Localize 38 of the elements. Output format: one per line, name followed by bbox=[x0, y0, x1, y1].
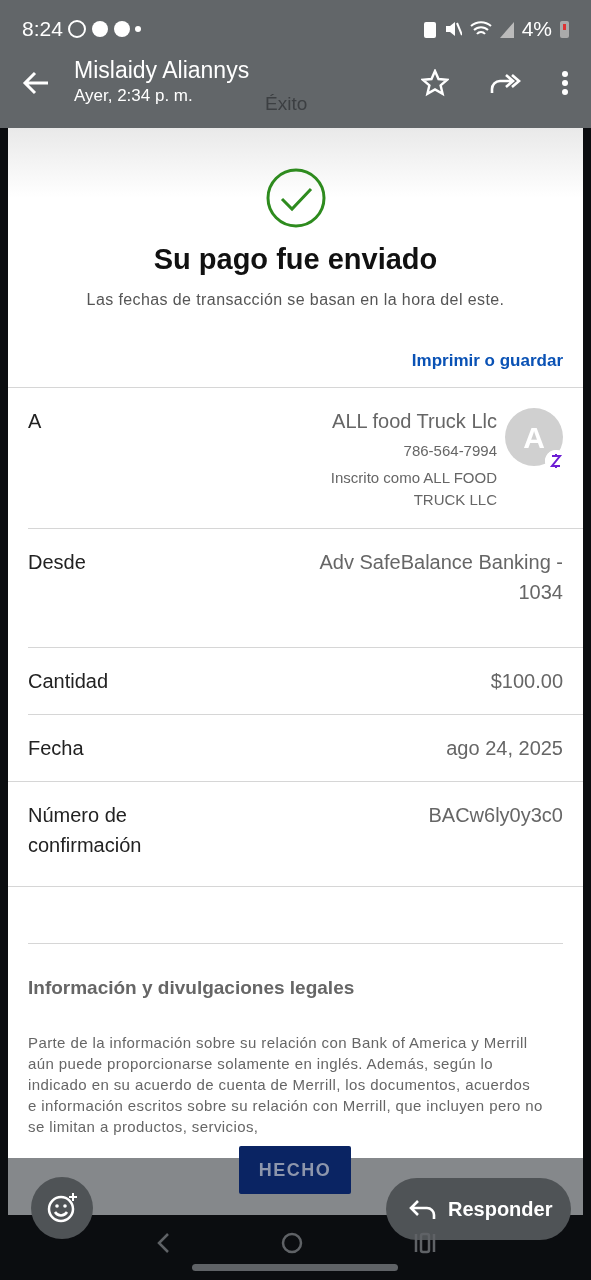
forward-icon[interactable] bbox=[489, 71, 521, 95]
field-label: A bbox=[28, 409, 42, 434]
field-value: Adv SafeBalance Banking - 1034 bbox=[318, 549, 563, 605]
print-link[interactable]: Imprimir o guardar bbox=[411, 350, 563, 370]
field-value: ago 24, 2025 bbox=[446, 735, 563, 761]
success-check-icon bbox=[265, 168, 326, 228]
mute-icon bbox=[443, 20, 462, 38]
smiley-icon bbox=[46, 1192, 78, 1224]
payee-phone: 786-564-7994 bbox=[402, 441, 497, 461]
legal-heading: Información y divulgaciones legales bbox=[28, 975, 356, 1000]
field-label: Fecha bbox=[28, 735, 85, 761]
signal-icon bbox=[499, 20, 514, 38]
status-time: 8:24 bbox=[22, 16, 63, 43]
reply-arrow-icon bbox=[408, 1198, 436, 1220]
message-time: Ayer, 2:34 p. m. bbox=[74, 84, 193, 107]
contact-name: Mislaidy Aliannys bbox=[74, 57, 250, 83]
timezone-note: Las fechas de transacción se basan en la hora del este. bbox=[85, 289, 506, 310]
field-label: Desde bbox=[28, 549, 87, 575]
back-arrow-icon bbox=[22, 71, 50, 95]
field-value: $100.00 bbox=[490, 668, 563, 694]
menu-icon[interactable] bbox=[561, 70, 569, 96]
legal-text: Parte de la información sobre su relación con Bank of America y Merrill aún puede proporcionarse solamente en inglés. Además, según lo indicado en su acuerdo de cuenta de Merrill, los documentos, acuerdos e información escritos sobre su relación con Merrill, que incluyen pero no se limitan a productos, servicios, bbox=[28, 1033, 544, 1137]
field-value: BACw6ly0y3c0 bbox=[428, 802, 563, 828]
recent-apps-icon[interactable] bbox=[413, 1232, 436, 1254]
back-button[interactable] bbox=[22, 71, 50, 95]
dot-icon bbox=[134, 26, 141, 32]
back-icon[interactable] bbox=[155, 1232, 170, 1254]
payee-name: ALL food Truck Llc bbox=[331, 409, 497, 434]
reply-button[interactable]: Responder bbox=[386, 1178, 571, 1240]
enrollment-note: Inscrito como ALL FOOD TRUCK LLC bbox=[329, 467, 497, 510]
battery-percent: 4% bbox=[521, 16, 552, 43]
star-icon[interactable] bbox=[421, 69, 449, 97]
receipt-heading: Su pago fue enviado bbox=[152, 242, 439, 277]
battery-icon bbox=[560, 20, 569, 38]
home-icon[interactable] bbox=[280, 1232, 303, 1254]
done-button[interactable]: HECHO bbox=[239, 1146, 351, 1194]
field-label: Cantidad bbox=[28, 668, 110, 694]
field-label: Número de confirmación bbox=[28, 802, 143, 858]
